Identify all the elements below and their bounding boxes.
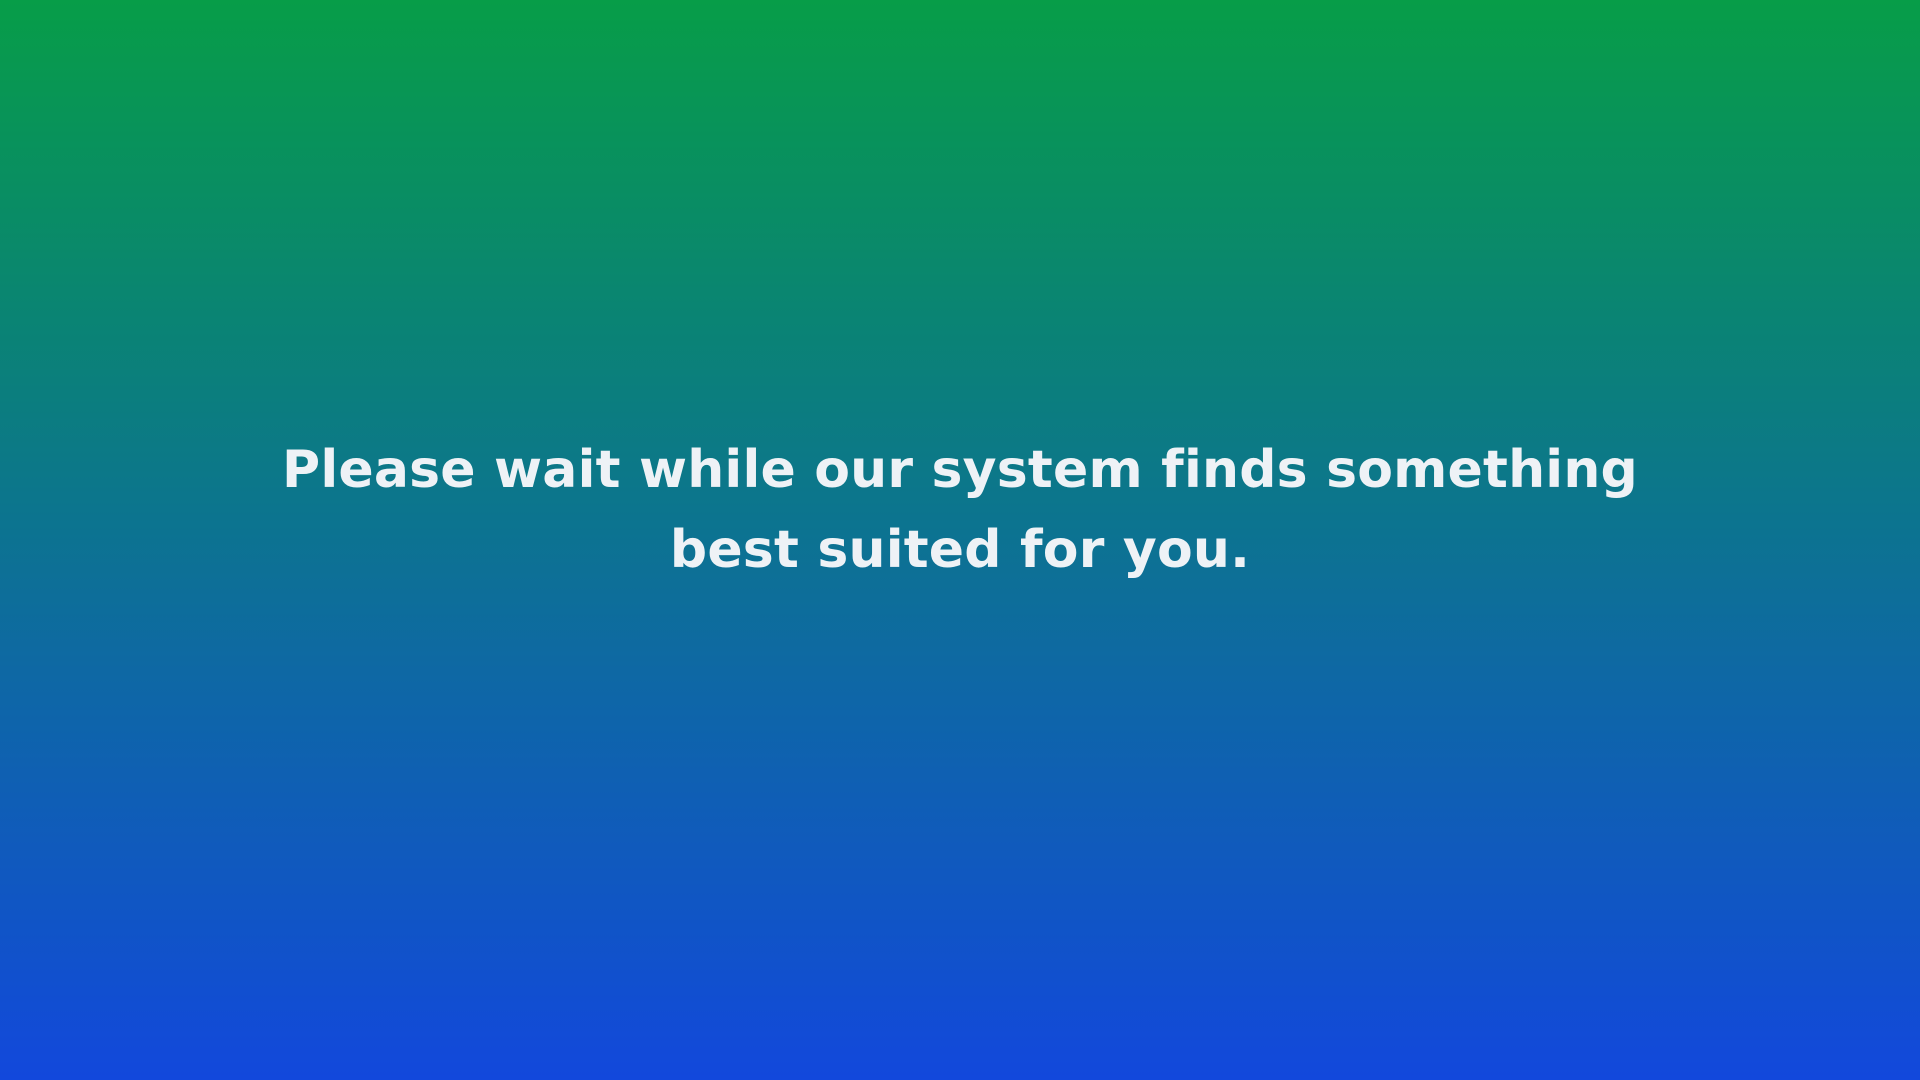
setup-wait-screen: Please wait while our system finds somet… <box>0 0 1920 1080</box>
wait-message-line-2: best suited for you. <box>669 520 1251 580</box>
wait-message: Please wait while our system finds somet… <box>260 430 1660 590</box>
wait-message-line-1: Please wait while our system finds somet… <box>282 440 1638 500</box>
